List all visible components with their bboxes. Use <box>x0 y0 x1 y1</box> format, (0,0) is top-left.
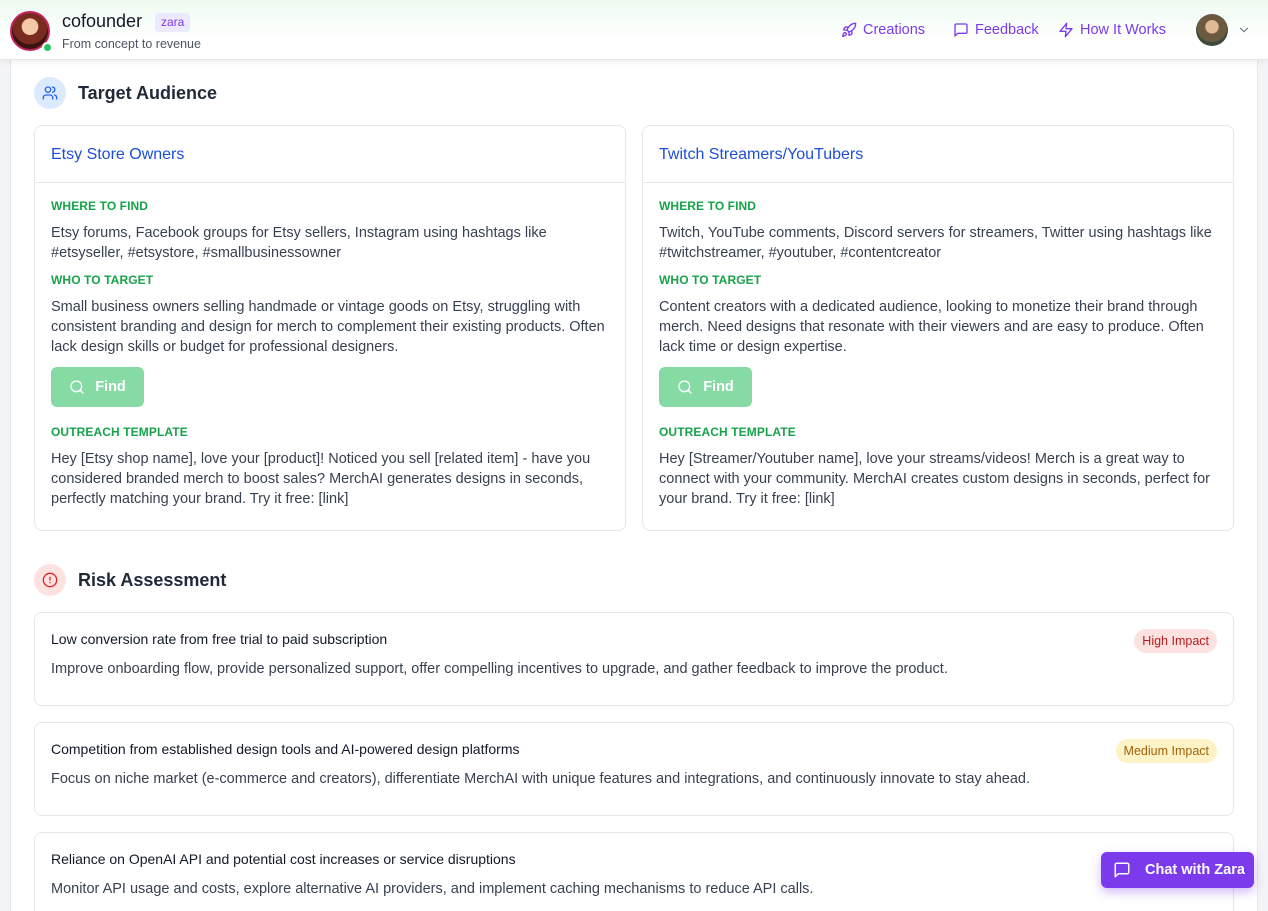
target-audience-heading: Target Audience <box>34 77 217 109</box>
risk-assessment-heading: Risk Assessment <box>34 564 226 596</box>
users-icon <box>34 77 66 109</box>
find-button-label: Find <box>95 379 126 395</box>
nav-how-it-works[interactable]: How It Works <box>1058 21 1166 39</box>
risk-card: Low conversion rate from free trial to p… <box>34 612 1234 706</box>
who-to-target-text: Small business owners selling handmade o… <box>51 299 605 355</box>
where-to-find-text: Twitch, YouTube comments, Discord server… <box>659 225 1212 261</box>
outreach-template-text: Hey [Etsy shop name], love your [product… <box>51 451 591 507</box>
brand-badge: zara <box>155 13 191 32</box>
where-to-find-label: WHERE TO FIND <box>51 199 149 213</box>
risk-title: Reliance on OpenAI API and potential cos… <box>51 851 516 867</box>
risk-mitigation: Improve onboarding flow, provide persona… <box>51 661 948 677</box>
top-header: cofounder zara From concept to revenue C… <box>0 0 1268 60</box>
message-square-icon <box>954 23 968 37</box>
where-to-find-label: WHERE TO FIND <box>659 199 757 213</box>
rocket-icon <box>842 22 857 37</box>
main-content: Target Audience Etsy Store Owners WHERE … <box>10 60 1258 911</box>
outreach-template-label: OUTREACH TEMPLATE <box>51 425 188 439</box>
chat-button-label: Chat with Zara <box>1145 862 1245 878</box>
nav-creations[interactable]: Creations <box>841 21 925 39</box>
user-avatar[interactable] <box>1196 14 1228 46</box>
outreach-template-text: Hey [Streamer/Youtuber name], love your … <box>659 451 1210 507</box>
impact-badge: Medium Impact <box>1115 739 1217 763</box>
who-to-target-text: Content creators with a dedicated audien… <box>659 299 1204 355</box>
chat-icon <box>1114 862 1130 878</box>
nav-how-it-works-label: How It Works <box>1080 22 1166 38</box>
search-icon <box>70 380 84 394</box>
who-to-target-label: WHO TO TARGET <box>51 273 154 287</box>
who-to-target-label: WHO TO TARGET <box>659 273 762 287</box>
impact-badge: High Impact <box>1134 629 1217 653</box>
find-button-label: Find <box>703 379 734 395</box>
search-icon <box>678 380 692 394</box>
alert-circle-icon <box>34 564 66 596</box>
chat-with-zara-button[interactable]: Chat with Zara <box>1101 852 1254 888</box>
risk-title: Low conversion rate from free trial to p… <box>51 631 388 647</box>
nav-creations-label: Creations <box>863 22 926 38</box>
find-button[interactable]: Find <box>51 367 144 407</box>
risk-card: Competition from established design tool… <box>34 722 1234 816</box>
chevron-down-icon[interactable] <box>1237 23 1251 37</box>
nav-feedback[interactable]: Feedback <box>953 21 1039 39</box>
where-to-find-text: Etsy forums, Facebook groups for Etsy se… <box>51 225 547 261</box>
audience-card-title: Twitch Streamers/YouTubers <box>643 126 1233 183</box>
risk-card: Reliance on OpenAI API and potential cos… <box>34 832 1234 911</box>
risk-mitigation: Focus on niche market (e-commerce and cr… <box>51 771 1031 787</box>
risk-mitigation: Monitor API usage and costs, explore alt… <box>51 881 814 897</box>
audience-card-etsy: Etsy Store Owners WHERE TO FIND Etsy for… <box>34 125 626 531</box>
brand-tagline: From concept to revenue <box>62 37 201 51</box>
risk-title: Competition from established design tool… <box>51 741 520 757</box>
brand-name[interactable]: cofounder <box>62 11 142 32</box>
lightning-icon <box>1059 22 1073 38</box>
nav-feedback-label: Feedback <box>975 22 1039 38</box>
online-status-dot <box>42 42 53 53</box>
outreach-template-label: OUTREACH TEMPLATE <box>659 425 796 439</box>
find-button[interactable]: Find <box>659 367 752 407</box>
risk-assessment-title: Risk Assessment <box>78 569 227 590</box>
audience-card-twitch: Twitch Streamers/YouTubers WHERE TO FIND… <box>642 125 1234 531</box>
target-audience-title: Target Audience <box>78 82 218 103</box>
audience-card-title: Etsy Store Owners <box>35 126 625 183</box>
